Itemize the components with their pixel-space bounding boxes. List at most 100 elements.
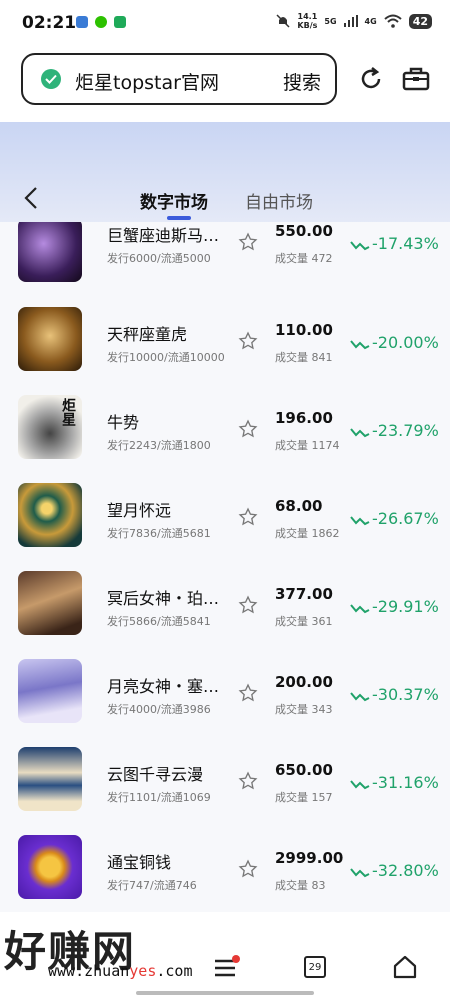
status-bar: 02:21 14.1 KB/s 5G 4G 42 (0, 0, 450, 44)
item-volume: 成交量 343 (275, 703, 333, 716)
item-volume: 成交量 157 (275, 791, 333, 804)
price-change: -26.67% (350, 509, 439, 528)
item-price: 196.00 (275, 409, 333, 427)
list-item[interactable]: 云图千寻云漫 发行1101/流通1069 650.00 成交量 157 -31.… (0, 738, 450, 826)
trend-down-icon (350, 240, 370, 250)
item-price: 200.00 (275, 673, 333, 691)
favorite-star-icon[interactable] (238, 507, 258, 527)
item-name: 月亮女神・塞… (107, 677, 220, 696)
item-supply: 发行2243/流通1800 (107, 439, 211, 452)
trend-down-icon (350, 339, 370, 349)
play-icon (114, 16, 126, 28)
item-name: 望月怀远 (107, 501, 172, 520)
status-time: 02:21 (22, 13, 77, 33)
item-name: 天秤座童虎 (107, 325, 188, 344)
market-header (0, 122, 450, 237)
back-arrow-icon[interactable] (22, 186, 42, 210)
item-price: 550.00 (275, 222, 333, 240)
list-item[interactable]: 巨蟹座迪斯马… 发行6000/流通5000 550.00 成交量 472 -17… (0, 222, 450, 298)
trend-down-icon (350, 515, 370, 525)
item-supply: 发行6000/流通5000 (107, 252, 211, 265)
list-item[interactable]: 月亮女神・塞… 发行4000/流通3986 200.00 成交量 343 -30… (0, 650, 450, 738)
price-change: -29.91% (350, 597, 439, 616)
calendar-day: 29 (308, 962, 322, 973)
price-change: -32.80% (350, 861, 439, 880)
collectible-list: 巨蟹座迪斯马… 发行6000/流通5000 550.00 成交量 472 -17… (0, 222, 450, 912)
trend-down-icon (350, 427, 370, 437)
item-volume: 成交量 1862 (275, 527, 340, 540)
battery-level: 42 (408, 13, 432, 29)
item-name: 牛势 (107, 413, 140, 432)
trend-down-icon (350, 867, 370, 877)
list-item[interactable]: 冥后女神・珀… 发行5866/流通5841 377.00 成交量 361 -29… (0, 562, 450, 650)
item-price: 2999.00 (275, 849, 344, 867)
trend-down-icon (350, 779, 370, 789)
favorite-star-icon[interactable] (238, 595, 258, 615)
price-change: -17.43% (350, 234, 439, 253)
item-thumbnail (18, 307, 82, 371)
item-thumbnail (18, 659, 82, 723)
address-text[interactable]: 炬星topstar官网 (75, 68, 219, 95)
item-volume: 成交量 361 (275, 615, 333, 628)
item-thumbnail (18, 747, 82, 811)
item-thumbnail (18, 835, 82, 899)
price-change: -20.00% (350, 333, 439, 352)
wechat-icon (95, 16, 107, 28)
tab-digital-market[interactable]: 数字市场 (140, 188, 208, 213)
item-volume: 成交量 841 (275, 351, 333, 364)
notification-dot (232, 955, 240, 963)
trend-down-icon (350, 603, 370, 613)
item-supply: 发行747/流通746 (107, 879, 197, 892)
list-item[interactable]: 望月怀远 发行7836/流通5681 68.00 成交量 1862 -26.67… (0, 474, 450, 562)
thumb-logo-text: 炬星 (60, 398, 76, 426)
favorite-star-icon[interactable] (238, 771, 258, 791)
item-volume: 成交量 472 (275, 252, 333, 265)
home-icon[interactable] (392, 954, 418, 980)
list-item[interactable]: 通宝铜钱 发行747/流通746 2999.00 成交量 83 -32.80% (0, 826, 450, 912)
briefcase-icon[interactable] (401, 64, 431, 94)
item-supply: 发行5866/流通5841 (107, 615, 211, 628)
item-name: 冥后女神・珀… (107, 589, 220, 608)
item-supply: 发行7836/流通5681 (107, 527, 211, 540)
item-thumbnail (18, 483, 82, 547)
list-item[interactable]: 天秤座童虎 发行10000/流通10000 110.00 成交量 841 -20… (0, 298, 450, 386)
secure-shield-icon (41, 69, 61, 89)
home-indicator[interactable] (136, 991, 314, 995)
list-item[interactable]: 炬星 牛势 发行2243/流通1800 196.00 成交量 1174 -23.… (0, 386, 450, 474)
price-change: -31.16% (350, 773, 439, 792)
favorite-star-icon[interactable] (238, 232, 258, 252)
refresh-icon[interactable] (356, 64, 386, 94)
item-supply: 发行4000/流通3986 (107, 703, 211, 716)
price-change: -23.79% (350, 421, 439, 440)
trend-down-icon (350, 691, 370, 701)
active-tab-indicator (167, 216, 191, 220)
wifi-icon (384, 14, 402, 28)
favorite-star-icon[interactable] (238, 683, 258, 703)
address-bar[interactable]: 炬星topstar官网 搜索 (21, 53, 337, 105)
signal-5g-icon: 5G (324, 16, 337, 26)
favorite-star-icon[interactable] (238, 419, 258, 439)
mute-bell-icon (276, 14, 290, 28)
item-name: 云图千寻云漫 (107, 765, 204, 784)
favorite-star-icon[interactable] (238, 859, 258, 879)
favorite-star-icon[interactable] (238, 331, 258, 351)
signal-bars-icon (343, 15, 358, 27)
item-thumbnail: 炬星 (18, 395, 82, 459)
item-name: 通宝铜钱 (107, 853, 172, 872)
item-supply: 发行1101/流通1069 (107, 791, 211, 804)
network-speed: 14.1 KB/s (297, 12, 318, 30)
app-notification-icon (76, 16, 88, 28)
item-volume: 成交量 1174 (275, 439, 340, 452)
tab-free-market[interactable]: 自由市场 (245, 188, 313, 213)
item-volume: 成交量 83 (275, 879, 326, 892)
item-supply: 发行10000/流通10000 (107, 351, 225, 364)
signal-4g-icon: 4G (364, 16, 377, 26)
item-price: 377.00 (275, 585, 333, 603)
item-name: 巨蟹座迪斯马… (107, 226, 220, 245)
item-price: 110.00 (275, 321, 333, 339)
item-thumbnail (18, 222, 82, 282)
search-button[interactable]: 搜索 (283, 68, 321, 95)
watermark-url: www.zhuanyes.com (48, 962, 193, 980)
item-thumbnail (18, 571, 82, 635)
item-price: 650.00 (275, 761, 333, 779)
